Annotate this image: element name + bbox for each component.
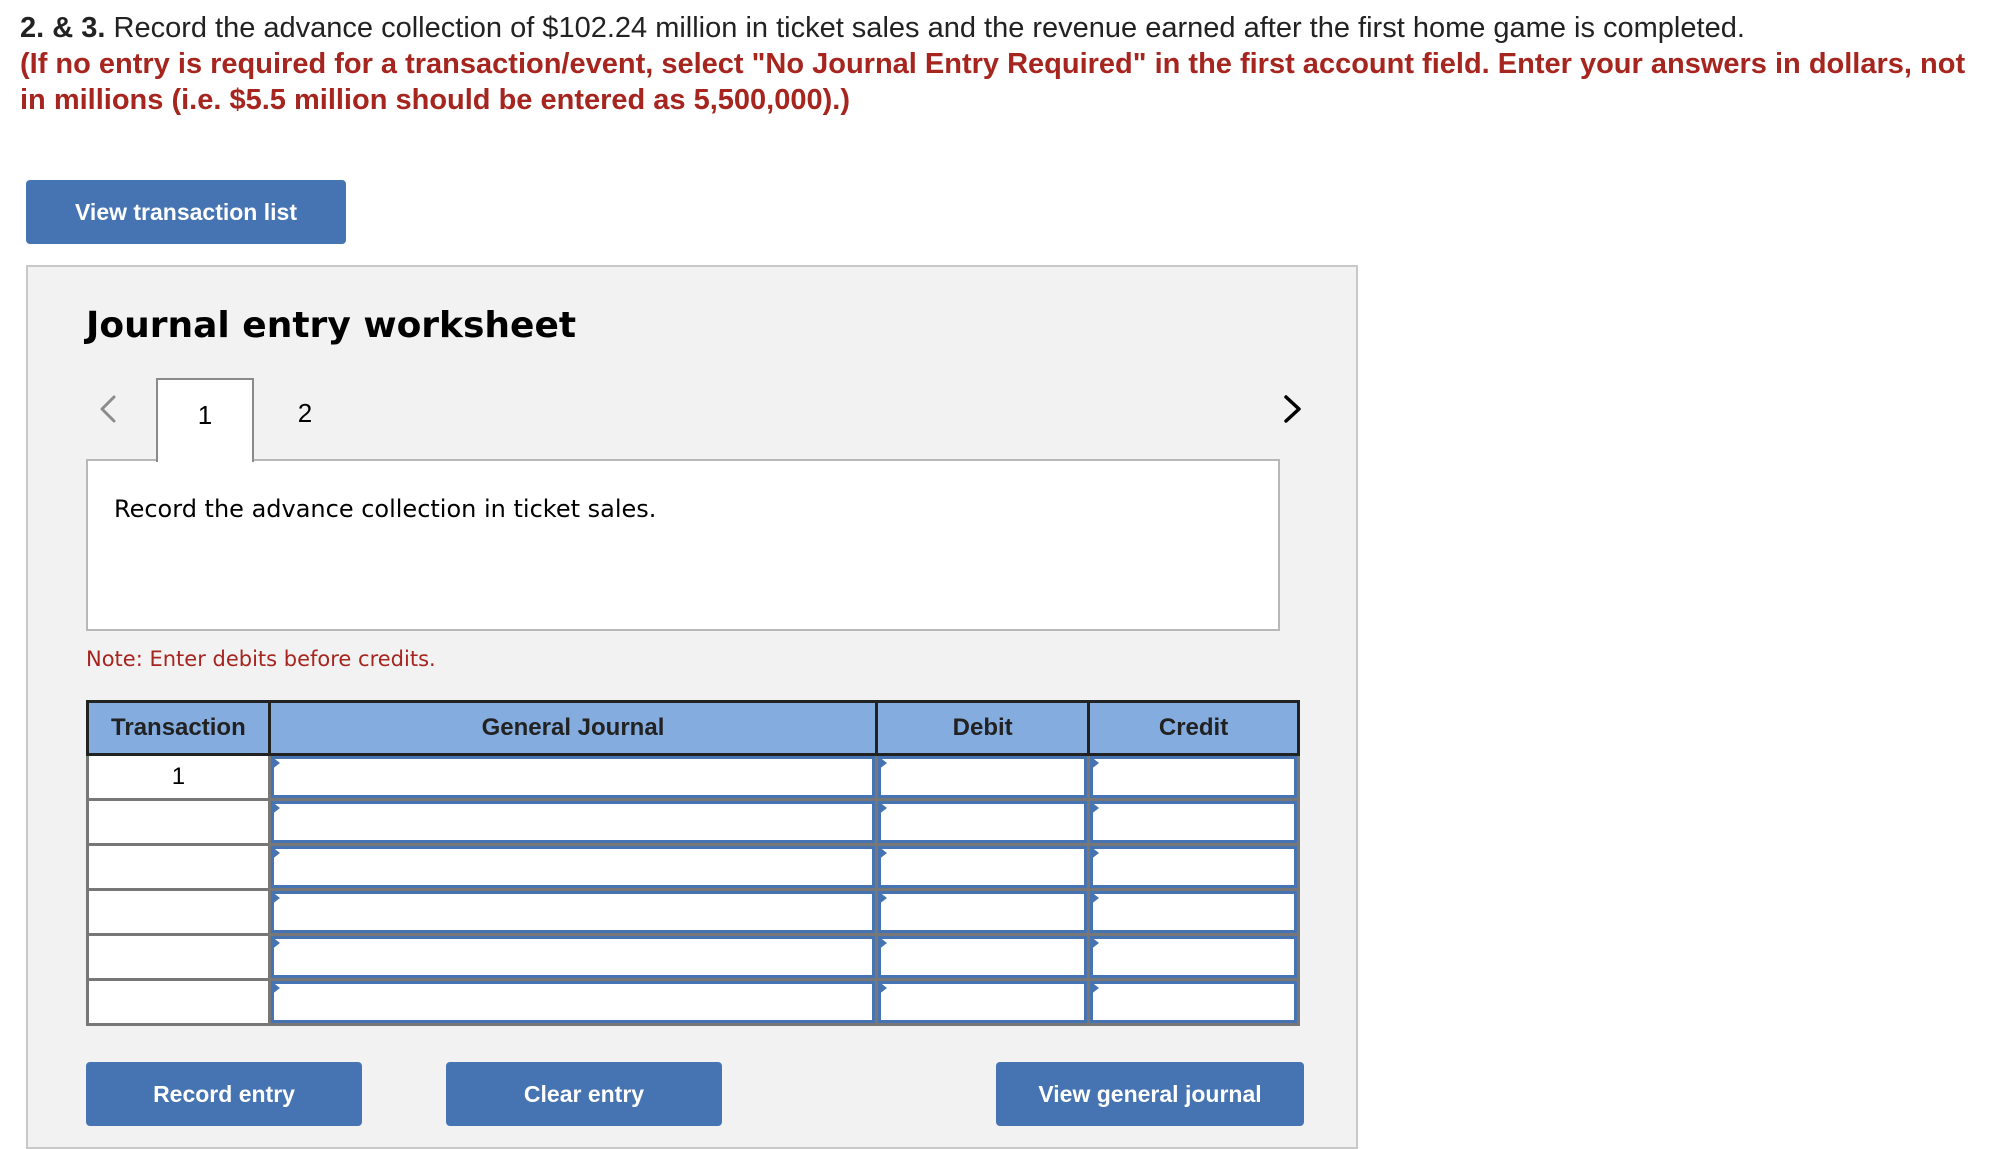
header-transaction: Transaction	[86, 700, 271, 756]
tab-2[interactable]: 2	[256, 378, 354, 460]
credit-input[interactable]	[1090, 846, 1297, 888]
dropdown-flag-icon	[270, 981, 280, 995]
table-row	[86, 978, 1300, 1026]
account-field[interactable]	[267, 978, 879, 1026]
debit-input[interactable]	[878, 801, 1088, 843]
account-input[interactable]	[270, 936, 876, 978]
credit-field[interactable]	[1087, 888, 1300, 936]
account-input[interactable]	[270, 891, 876, 933]
transaction-number-cell	[86, 978, 271, 1026]
next-tab-button[interactable]	[1272, 389, 1312, 429]
account-field[interactable]	[267, 888, 879, 936]
dropdown-flag-icon	[270, 846, 280, 860]
dropdown-flag-icon	[270, 801, 280, 815]
input-flag-icon	[878, 891, 888, 905]
question-text: Record the advance collection of $102.24…	[113, 12, 1745, 44]
debit-field[interactable]	[875, 843, 1091, 891]
tab-1[interactable]: 1	[156, 378, 254, 462]
question-prompt: 2. & 3. Record the advance collection of…	[20, 10, 1970, 118]
chevron-right-icon	[1284, 395, 1301, 423]
account-input[interactable]	[270, 801, 876, 843]
account-field[interactable]	[267, 843, 879, 891]
debit-field[interactable]	[875, 888, 1091, 936]
view-transaction-list-button[interactable]: View transaction list	[26, 180, 346, 244]
debit-input[interactable]	[878, 756, 1088, 798]
transaction-number-cell	[86, 798, 271, 846]
account-input[interactable]	[270, 981, 876, 1023]
question-number: 2. & 3.	[20, 12, 106, 44]
account-field[interactable]	[267, 753, 879, 801]
account-field[interactable]	[267, 798, 879, 846]
journal-entry-table: Transaction General Journal Debit Credit…	[86, 700, 1300, 1026]
debit-field[interactable]	[875, 753, 1091, 801]
view-general-journal-button[interactable]: View general journal	[996, 1062, 1304, 1126]
debit-field[interactable]	[875, 933, 1091, 981]
credit-input[interactable]	[1090, 756, 1297, 798]
previous-tab-button[interactable]	[90, 389, 130, 429]
table-row	[86, 933, 1300, 981]
credit-field[interactable]	[1087, 753, 1300, 801]
worksheet-title: Journal entry worksheet	[86, 305, 577, 346]
credit-field[interactable]	[1087, 798, 1300, 846]
debit-input[interactable]	[878, 891, 1088, 933]
account-input[interactable]	[270, 756, 876, 798]
debit-input[interactable]	[878, 936, 1088, 978]
dropdown-flag-icon	[270, 936, 280, 950]
journal-entry-worksheet-panel: Journal entry worksheet 1 2 Record the a…	[26, 265, 1358, 1149]
credit-field[interactable]	[1087, 843, 1300, 891]
transaction-number-cell: 1	[86, 753, 271, 801]
input-flag-icon	[878, 846, 888, 860]
dropdown-flag-icon	[270, 756, 280, 770]
chevron-left-icon	[100, 395, 116, 423]
debit-credit-note: Note: Enter debits before credits.	[86, 647, 436, 671]
credit-input[interactable]	[1090, 936, 1297, 978]
table-row	[86, 843, 1300, 891]
clear-entry-button[interactable]: Clear entry	[446, 1062, 722, 1126]
input-flag-icon	[878, 936, 888, 950]
credit-input[interactable]	[1090, 891, 1297, 933]
input-flag-icon	[1090, 981, 1100, 995]
transaction-number-cell	[86, 843, 271, 891]
input-flag-icon	[878, 756, 888, 770]
credit-field[interactable]	[1087, 933, 1300, 981]
record-entry-button[interactable]: Record entry	[86, 1062, 362, 1126]
debit-input[interactable]	[878, 846, 1088, 888]
table-row	[86, 888, 1300, 936]
table-header-row: Transaction General Journal Debit Credit	[86, 700, 1300, 756]
debit-field[interactable]	[875, 978, 1091, 1026]
input-flag-icon	[1090, 891, 1100, 905]
transaction-description: Record the advance collection in ticket …	[114, 495, 657, 523]
credit-field[interactable]	[1087, 978, 1300, 1026]
account-field[interactable]	[267, 933, 879, 981]
credit-input[interactable]	[1090, 801, 1297, 843]
input-flag-icon	[1090, 846, 1100, 860]
debit-input[interactable]	[878, 981, 1088, 1023]
account-input[interactable]	[270, 846, 876, 888]
header-credit: Credit	[1087, 700, 1300, 756]
credit-input[interactable]	[1090, 981, 1297, 1023]
table-row: 1	[86, 753, 1300, 801]
header-debit: Debit	[875, 700, 1091, 756]
transaction-number-cell	[86, 888, 271, 936]
input-flag-icon	[1090, 801, 1100, 815]
dropdown-flag-icon	[270, 891, 280, 905]
transaction-number-cell	[86, 933, 271, 981]
question-instructions: (If no entry is required for a transacti…	[20, 48, 1966, 116]
input-flag-icon	[1090, 936, 1100, 950]
debit-field[interactable]	[875, 798, 1091, 846]
transaction-description-box: Record the advance collection in ticket …	[86, 459, 1280, 631]
input-flag-icon	[1090, 756, 1100, 770]
header-general-journal: General Journal	[267, 700, 879, 756]
input-flag-icon	[878, 981, 888, 995]
input-flag-icon	[878, 801, 888, 815]
table-row	[86, 798, 1300, 846]
